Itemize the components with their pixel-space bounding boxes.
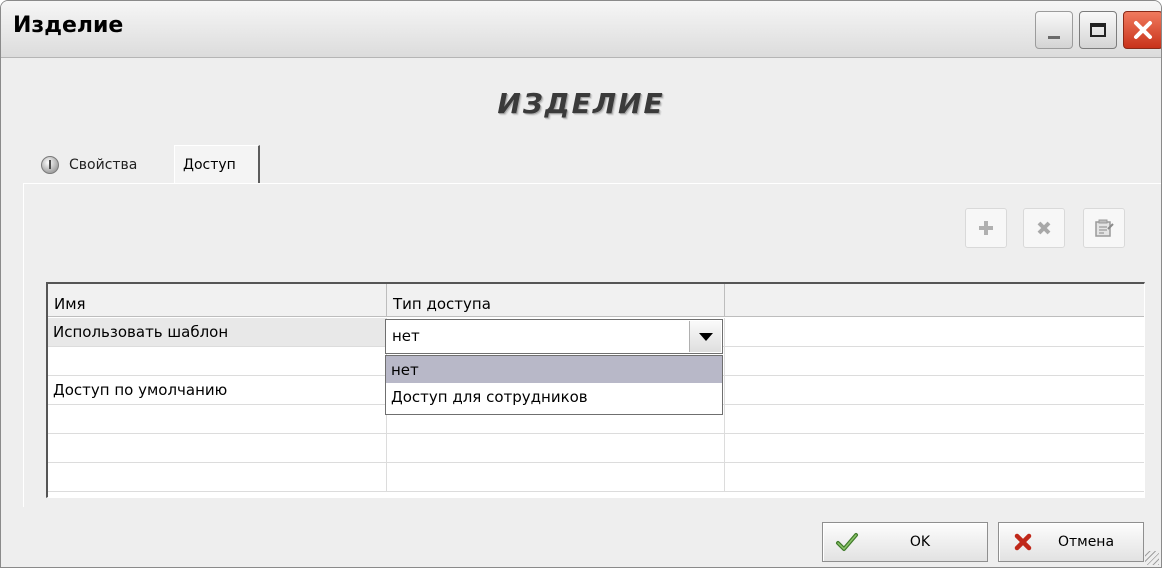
grid-header: Имя Тип доступа [48, 284, 1144, 317]
info-icon [41, 156, 59, 174]
column-header-access-type[interactable]: Тип доступа [387, 284, 725, 316]
cell-access[interactable] [387, 434, 725, 462]
close-button[interactable] [1123, 11, 1161, 49]
cell-extra[interactable] [725, 434, 1144, 462]
resize-grip[interactable] [1145, 551, 1159, 565]
cell-extra[interactable] [725, 405, 1144, 433]
plus-icon [979, 221, 993, 235]
x-icon [1037, 221, 1051, 235]
cell-name[interactable] [48, 405, 387, 433]
access-type-dropdown-list: нет Доступ для сотрудников [385, 355, 723, 415]
dropdown-option-staff-access[interactable]: Доступ для сотрудников [386, 383, 722, 410]
delete-button[interactable] [1023, 208, 1065, 248]
close-icon [1134, 21, 1152, 39]
window-title: Изделие [13, 13, 124, 38]
cell-name[interactable] [48, 347, 387, 375]
chevron-down-icon [698, 332, 713, 341]
add-button[interactable] [965, 208, 1007, 248]
tab-properties[interactable]: Свойства [25, 147, 173, 183]
minimize-button[interactable] [1035, 11, 1073, 49]
title-bar[interactable]: Изделие [1, 1, 1161, 58]
minimize-icon [1048, 35, 1060, 39]
table-row[interactable] [48, 463, 1144, 492]
cell-access[interactable] [387, 463, 725, 491]
tab-access[interactable]: Доступ [174, 145, 260, 183]
table-row[interactable] [48, 434, 1144, 463]
cell-extra[interactable] [725, 376, 1144, 404]
maximize-icon [1090, 23, 1106, 37]
combobox-value: нет [392, 327, 420, 345]
tab-properties-label: Свойства [69, 157, 138, 173]
access-type-combobox[interactable]: нет [385, 319, 723, 354]
cancel-x-icon [1009, 528, 1037, 556]
cancel-button-label: Отмена [1057, 534, 1115, 550]
cell-name[interactable]: Использовать шаблон [48, 318, 387, 346]
tab-access-label: Доступ [183, 156, 236, 173]
cell-extra[interactable] [725, 463, 1144, 491]
checkmark-icon [833, 528, 861, 556]
cell-name[interactable] [48, 463, 387, 491]
ok-button[interactable]: OK [822, 522, 988, 562]
maximize-button[interactable] [1079, 11, 1117, 49]
column-header-empty[interactable] [725, 284, 1144, 316]
ok-button-label: OK [909, 534, 931, 550]
properties-button[interactable] [1083, 208, 1125, 248]
properties-icon [1095, 219, 1114, 237]
cell-name[interactable] [48, 434, 387, 462]
combobox-dropdown-button[interactable] [689, 321, 721, 352]
cell-extra[interactable] [725, 347, 1144, 375]
dropdown-option-none[interactable]: нет [386, 356, 722, 383]
cancel-button[interactable]: Отмена [998, 522, 1144, 562]
dialog-window: Изделие ИЗДЕЛИЕ Свойства Доступ Имя Тип … [0, 0, 1162, 568]
cell-name[interactable]: Доступ по умолчанию [48, 376, 387, 404]
column-header-name[interactable]: Имя [48, 284, 387, 316]
dialog-heading: ИЗДЕЛИЕ [497, 87, 665, 120]
cell-extra[interactable] [725, 318, 1144, 346]
